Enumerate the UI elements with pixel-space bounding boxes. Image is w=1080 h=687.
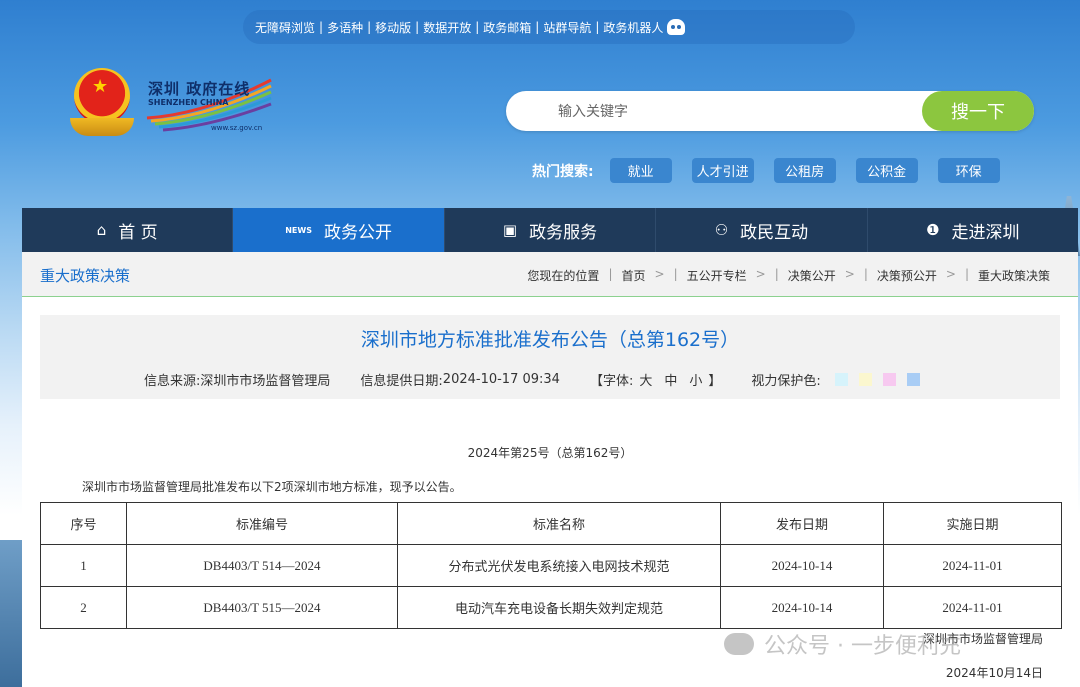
signature-date: 2024年10月14日 <box>945 666 1043 680</box>
robot-icon[interactable] <box>667 19 686 35</box>
site-logo[interactable]: 深圳 政府在线 SHENZHEN CHINA www.sz.gov.cn <box>145 74 275 136</box>
hot-search: 热门搜索: 就业 人才引进 公租房 公积金 环保 <box>532 158 1020 183</box>
breadcrumb-home[interactable]: 首页 <box>621 267 645 284</box>
nav-gov-services-label: 政务服务 <box>529 222 598 243</box>
table-header-row: 序号 标准编号 标准名称 发布日期 实施日期 <box>40 502 1062 545</box>
hot-tag-employment[interactable]: 就业 <box>609 158 672 183</box>
eye-care-color-1[interactable] <box>834 373 848 386</box>
font-size-small[interactable]: 小 <box>689 370 702 389</box>
nav-interaction[interactable]: ⚇ 政民互动 <box>656 208 868 252</box>
cell-no: 1 <box>40 544 127 587</box>
document-number: 2024年第25号（总第162号） <box>467 446 633 460</box>
header-code: 标准编号 <box>126 502 398 545</box>
nav-gov-services[interactable]: ▣ 政务服务 <box>445 208 657 252</box>
logo-en-text: SHENZHEN CHINA <box>148 98 229 107</box>
breadcrumb: 您现在的位置 | 首页 > | 五公开专栏 > | 决策公开 > | 决策预公开 > |… <box>527 267 1050 284</box>
announcement-intro: 深圳市市场监督管理局批准发布以下2项深圳市地方标准，现予以公告。 <box>82 480 462 494</box>
article-header: 深圳市地方标准批准发布公告（总第162号） 信息来源: 深圳市市场监督管理局 信… <box>40 315 1060 399</box>
eye-care-label: 视力保护色: <box>751 374 821 389</box>
cell-code: DB4403/T 515—2024 <box>126 586 398 629</box>
cell-name: 电动汽车充电设备长期失效判定规范 <box>397 586 721 629</box>
link-open-data[interactable]: 数据开放 <box>423 19 471 36</box>
link-site-nav[interactable]: 站群导航 <box>543 19 591 36</box>
nav-gov-affairs[interactable]: NEWS 政务公开 <box>233 208 445 252</box>
header-no: 序号 <box>40 502 127 545</box>
table-row: 2 DB4403/T 515—2024 电动汽车充电设备长期失效判定规范 202… <box>40 586 1062 629</box>
cell-release-date: 2024-10-14 <box>720 586 884 629</box>
breadcrumb-current[interactable]: 重大政策决策 <box>978 267 1050 284</box>
skyline-decoration <box>0 540 24 687</box>
national-emblem: ★ <box>70 68 134 138</box>
breadcrumb-label: 您现在的位置 <box>527 269 600 283</box>
font-size-medium[interactable]: 中 <box>664 370 677 389</box>
font-size-large[interactable]: 大 <box>639 370 652 389</box>
hot-tag-housing-fund[interactable]: 公积金 <box>855 158 918 183</box>
standards-table: 序号 标准编号 标准名称 发布日期 实施日期 1 DB4403/T 514—20… <box>40 502 1062 629</box>
nav-home[interactable]: ⌂ 首 页 <box>22 208 234 252</box>
link-mobile[interactable]: 移动版 <box>375 19 411 36</box>
header-release-date: 发布日期 <box>720 502 884 545</box>
home-icon: ⌂ <box>96 221 107 239</box>
logo-cn-text: 深圳 政府在线 <box>148 80 251 98</box>
main-nav: ⌂ 首 页 NEWS 政务公开 ▣ 政务服务 ⚇ 政民互动 ❶ 走进深圳 <box>22 208 1078 252</box>
cell-no: 2 <box>40 586 127 629</box>
search-input[interactable] <box>556 100 920 124</box>
section-title: 重大政策决策 <box>40 267 131 285</box>
eye-care-color-4[interactable] <box>906 373 920 386</box>
link-languages[interactable]: 多语种 <box>327 19 363 36</box>
article-title: 深圳市地方标准批准发布公告（总第162号） <box>360 329 740 351</box>
header-name: 标准名称 <box>397 502 721 545</box>
hot-tag-talent[interactable]: 人才引进 <box>691 158 754 183</box>
section-header: 重大政策决策 您现在的位置 | 首页 > | 五公开专栏 > | 决策公开 > | 决… <box>22 252 1078 297</box>
top-utility-bar: 无障碍浏览 | 多语种 | 移动版 | 数据开放 | 政务邮箱 | 站群导航 | 政务机器人 <box>243 10 855 44</box>
cell-release-date: 2024-10-14 <box>720 544 884 587</box>
hot-tag-environment[interactable]: 环保 <box>937 158 1000 183</box>
font-size-close: 】 <box>708 374 722 389</box>
search-button[interactable]: 搜一下 <box>922 91 1034 131</box>
breadcrumb-decision-open[interactable]: 决策公开 <box>788 267 836 284</box>
logo-url-text: www.sz.gov.cn <box>211 124 263 132</box>
cell-name: 分布式光伏发电系统接入电网技术规范 <box>397 544 721 587</box>
nav-about-shenzhen[interactable]: ❶ 走进深圳 <box>868 208 1078 252</box>
watermark-text: 公众号 · 一步便利充 <box>764 634 961 659</box>
wechat-icon <box>724 633 754 655</box>
link-gov-mail[interactable]: 政务邮箱 <box>483 19 531 36</box>
content-panel: 重大政策决策 您现在的位置 | 首页 > | 五公开专栏 > | 决策公开 > | 决… <box>22 252 1078 687</box>
cell-effective-date: 2024-11-01 <box>883 586 1062 629</box>
source-value: 深圳市市场监督管理局 <box>200 374 331 389</box>
monitor-icon: ▣ <box>502 221 518 239</box>
cell-code: DB4403/T 514—2024 <box>126 544 398 587</box>
hot-search-label: 热门搜索: <box>532 163 594 180</box>
news-icon: NEWS <box>285 225 312 235</box>
nav-gov-affairs-label: 政务公开 <box>323 222 392 243</box>
search-box: 搜一下 <box>506 91 1034 131</box>
nav-home-label: 首 页 <box>118 222 158 243</box>
font-size-label: 【字体: <box>589 374 634 389</box>
watermark: 公众号 · 一步便利充 <box>724 628 961 660</box>
table-row: 1 DB4403/T 514—2024 分布式光伏发电系统接入电网技术规范 20… <box>40 544 1062 587</box>
breadcrumb-five-open[interactable]: 五公开专栏 <box>687 267 747 284</box>
cell-effective-date: 2024-11-01 <box>883 544 1062 587</box>
nav-about-shenzhen-label: 走进深圳 <box>951 222 1020 243</box>
eye-care-color-3[interactable] <box>882 373 896 386</box>
people-icon: ⚇ <box>714 221 729 239</box>
date-label: 信息提供日期: <box>360 374 443 389</box>
nav-interaction-label: 政民互动 <box>740 222 809 243</box>
link-gov-robot[interactable]: 政务机器人 <box>603 19 663 36</box>
header-effective-date: 实施日期 <box>883 502 1062 545</box>
link-accessibility[interactable]: 无障碍浏览 <box>255 19 315 36</box>
article-meta: 信息来源: 深圳市市场监督管理局 信息提供日期: 2024-10-17 09:3… <box>144 370 920 389</box>
info-icon: ❶ <box>926 221 940 239</box>
source-label: 信息来源: <box>144 374 201 389</box>
eye-care-color-2[interactable] <box>858 373 872 386</box>
hot-tag-public-housing[interactable]: 公租房 <box>773 158 836 183</box>
breadcrumb-decision-pre[interactable]: 决策预公开 <box>877 267 937 284</box>
date-value: 2024-10-17 09:34 <box>442 372 560 387</box>
